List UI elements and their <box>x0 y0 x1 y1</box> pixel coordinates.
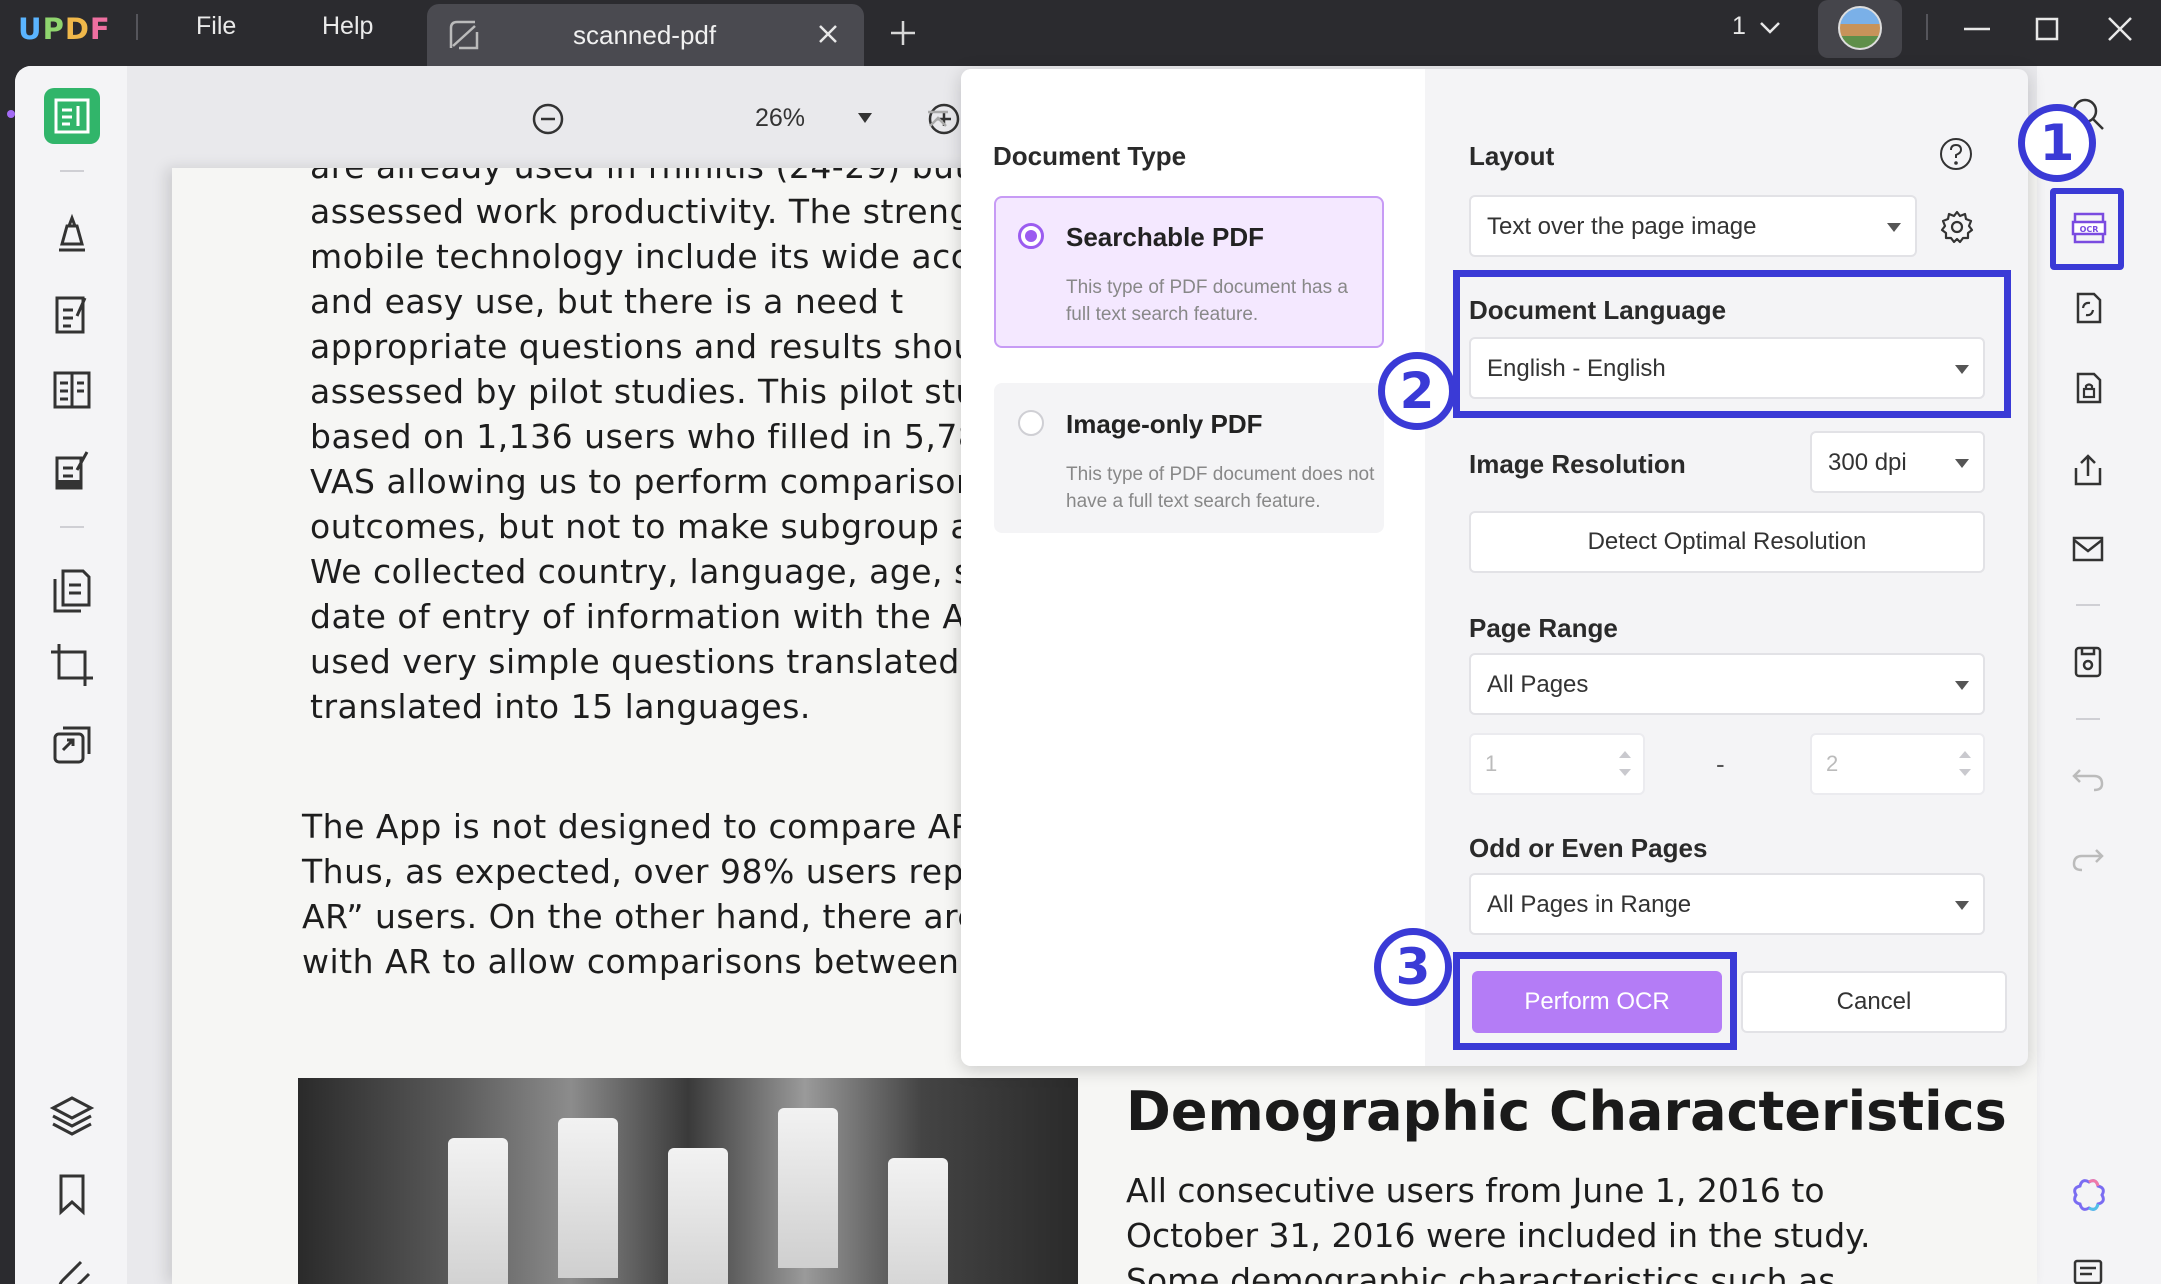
image-resolution-title: Image Resolution <box>1469 449 1686 479</box>
toolbar-separator <box>60 170 84 172</box>
edit-text-icon[interactable] <box>47 290 97 340</box>
layout-select[interactable]: Text over the page image <box>1469 195 1917 257</box>
title-bar: UPDF File Help scanned-pdf 1 <box>0 0 2161 66</box>
step-up-icon[interactable] <box>1619 751 1631 758</box>
odd-even-select[interactable]: All Pages in Range <box>1469 873 1985 935</box>
toolbar-separator <box>2076 604 2100 606</box>
image-resolution-select[interactable]: 300 dpi <box>1810 431 1985 493</box>
dropdown-caret-icon <box>1955 901 1969 910</box>
image-only-pdf-radio[interactable] <box>1018 410 1044 436</box>
searchable-pdf-desc: This type of PDF document has a full tex… <box>1066 277 1348 325</box>
detect-optimal-resolution-button[interactable]: Detect Optimal Resolution <box>1469 511 1985 573</box>
protect-icon[interactable] <box>2070 370 2106 406</box>
bookmark-icon[interactable] <box>47 1168 97 1218</box>
annotation-step-3: 3 <box>1374 928 1452 1006</box>
zoom-dropdown-icon[interactable] <box>857 112 873 124</box>
annotation-step-1: 1 <box>2018 104 2096 182</box>
tab-title: scanned-pdf <box>573 20 717 50</box>
redo-icon[interactable] <box>2070 840 2106 876</box>
layout-title: Layout <box>1469 141 1555 171</box>
dropdown-caret-icon <box>1887 223 1901 232</box>
dropdown-caret-icon <box>1955 459 1969 468</box>
step-up-icon[interactable] <box>1959 751 1971 758</box>
zoom-bar: 26% <box>127 90 1004 146</box>
page-paragraph: The App is not designed to compare AR pa… <box>302 807 1057 981</box>
document-type-title: Document Type <box>993 141 1187 171</box>
toolbar-separator <box>2076 718 2100 720</box>
range-to-input[interactable]: 2 <box>1810 733 1985 795</box>
undo-icon[interactable] <box>2070 760 2106 796</box>
title-separator <box>1926 14 1928 40</box>
image-only-pdf-desc: This type of PDF document does not have … <box>1066 464 1375 512</box>
zoom-level[interactable]: 26% <box>755 104 805 133</box>
step-down-icon[interactable] <box>1619 769 1631 776</box>
title-separator <box>136 14 138 40</box>
step-down-icon[interactable] <box>1959 769 1971 776</box>
annotation-box-ocr-tool <box>2050 188 2124 270</box>
status-dot <box>7 110 15 118</box>
gear-icon[interactable] <box>1939 209 1975 245</box>
reader-tool-button[interactable] <box>44 88 100 144</box>
maximize-icon[interactable] <box>2030 12 2064 46</box>
crop-icon[interactable] <box>47 640 97 690</box>
searchable-pdf-radio[interactable] <box>1018 223 1044 249</box>
page-heading: Demographic Characteristics <box>1126 1080 2007 1143</box>
highlighter-icon[interactable] <box>47 210 97 260</box>
close-window-icon[interactable] <box>2103 12 2137 46</box>
minimize-icon[interactable] <box>1960 12 1994 46</box>
page-count[interactable]: 1 <box>1732 12 1746 41</box>
image-only-pdf-option[interactable]: Image-only PDF This type of PDF document… <box>994 383 1384 533</box>
page-paragraph: All consecutive users from June 1, 2016 … <box>1126 1171 1871 1284</box>
scan-document-icon <box>449 20 479 50</box>
menu-file[interactable]: File <box>196 12 236 41</box>
fill-sign-icon[interactable] <box>47 446 97 496</box>
close-tab-icon[interactable] <box>814 20 842 48</box>
save-icon[interactable] <box>2070 644 2106 680</box>
range-dash: - <box>1716 749 1725 779</box>
tools-icon[interactable] <box>47 720 97 770</box>
annotation-box-perform <box>1453 952 1737 1050</box>
account-button[interactable] <box>1818 0 1902 58</box>
share-icon[interactable] <box>2070 452 2106 488</box>
first-page-icon[interactable] <box>924 106 952 134</box>
new-tab-icon[interactable] <box>888 18 918 48</box>
page-range-title: Page Range <box>1469 613 1618 643</box>
pages-icon[interactable] <box>47 565 97 615</box>
annotation-box-language <box>1453 270 2011 418</box>
help-icon[interactable] <box>1939 137 1973 171</box>
toolbar-separator <box>60 526 84 528</box>
searchable-pdf-title: Searchable PDF <box>1066 222 1264 252</box>
convert-icon[interactable] <box>2070 290 2106 326</box>
mail-icon[interactable] <box>2070 530 2106 566</box>
comment-icon[interactable] <box>2070 1256 2106 1284</box>
organize-pages-icon[interactable] <box>47 365 97 415</box>
updf-logo: UPDF <box>18 12 111 46</box>
chevron-down-icon[interactable] <box>1758 20 1782 36</box>
book-icon <box>54 98 90 134</box>
annotation-step-2: 2 <box>1378 352 1456 430</box>
page-paragraph: are already used in rhinitis (24-29) but… <box>310 168 1043 726</box>
searchable-pdf-option[interactable]: Searchable PDF This type of PDF document… <box>994 196 1384 348</box>
avatar <box>1838 6 1882 50</box>
image-only-pdf-title: Image-only PDF <box>1066 409 1263 439</box>
attachment-icon[interactable] <box>47 1250 97 1284</box>
zoom-out-icon[interactable] <box>531 102 565 136</box>
dropdown-caret-icon <box>1955 681 1969 690</box>
cancel-button[interactable]: Cancel <box>1741 971 2007 1033</box>
odd-even-title: Odd or Even Pages <box>1469 833 1708 863</box>
document-tab[interactable]: scanned-pdf <box>427 4 864 66</box>
page-range-select[interactable]: All Pages <box>1469 653 1985 715</box>
page-photo <box>298 1078 1078 1284</box>
menu-help[interactable]: Help <box>322 12 373 41</box>
ai-assistant-icon[interactable] <box>2070 1176 2108 1214</box>
layers-icon[interactable] <box>47 1090 97 1140</box>
range-from-input[interactable]: 1 <box>1469 733 1645 795</box>
ocr-dialog: Document Type Searchable PDF This type o… <box>961 69 2028 1066</box>
